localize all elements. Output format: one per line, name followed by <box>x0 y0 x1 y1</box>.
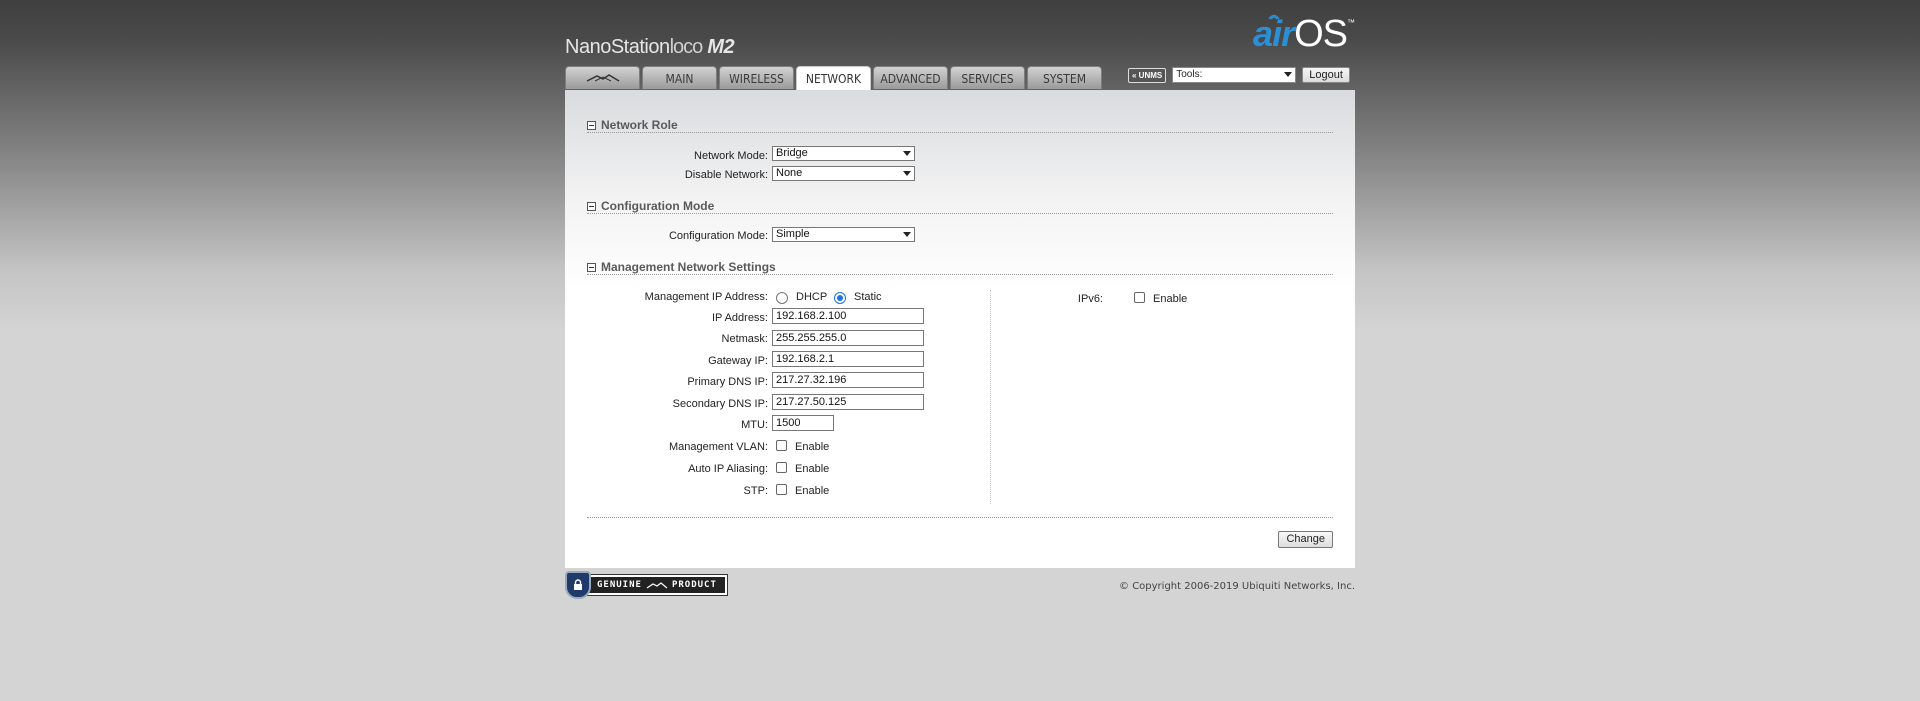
mgmt-vlan-label: Management VLAN: <box>668 441 768 453</box>
lock-shield-icon <box>565 571 591 599</box>
logo-trademark: ™ <box>1347 18 1355 27</box>
top-right-controls: « UNMS Tools: Logout <box>1128 67 1350 83</box>
network-mode-select[interactable]: Bridge <box>772 146 915 161</box>
auto-ip-aliasing-checkbox[interactable] <box>776 462 787 473</box>
genuine-product-badge: GENUINE PRODUCT <box>565 570 728 600</box>
chevron-down-icon <box>903 151 911 156</box>
stp-label: STP: <box>743 485 768 497</box>
dhcp-radio[interactable] <box>776 292 788 304</box>
divider <box>587 213 1333 214</box>
mgmt-ip-label: Management IP Address: <box>644 291 768 303</box>
disable-network-select[interactable]: None <box>772 166 915 181</box>
copyright: © Copyright 2006-2019 Ubiquiti Networks,… <box>1119 581 1355 592</box>
chevron-down-icon <box>903 171 911 176</box>
genuine-product-bar: GENUINE PRODUCT <box>584 574 728 596</box>
mtu-input[interactable]: 1500 <box>772 415 834 431</box>
collapse-icon[interactable] <box>587 120 596 130</box>
tab-main[interactable]: MAIN <box>642 66 717 89</box>
logo-os: OS <box>1294 13 1348 55</box>
static-label: Static <box>854 291 882 303</box>
main-tabs: MAIN WIRELESS NETWORK ADVANCED SERVICES … <box>565 66 1104 90</box>
section-title-configuration-mode: Configuration Mode <box>601 199 715 213</box>
wireless-wave-icon <box>1268 14 1280 20</box>
gateway-input[interactable]: 192.168.2.1 <box>772 351 924 367</box>
network-mode-value: Bridge <box>776 147 808 159</box>
tools-select[interactable]: Tools: <box>1172 67 1297 83</box>
stp-enable-label: Enable <box>795 485 830 497</box>
network-mode-label: Network Mode: <box>694 150 768 162</box>
logout-button[interactable]: Logout <box>1302 67 1350 83</box>
genuine-text: GENUINE <box>597 580 642 590</box>
section-network-role[interactable]: Network Role <box>587 118 678 132</box>
disable-network-label: Disable Network: <box>684 169 768 181</box>
dhcp-label: DHCP <box>796 291 828 303</box>
mgmt-vlan-enable-label: Enable <box>795 441 830 453</box>
tools-select-value: Tools: <box>1176 69 1203 80</box>
chevron-down-icon <box>1284 72 1293 77</box>
disable-network-value: None <box>776 167 803 179</box>
product-name-text: NanoStation <box>565 36 670 58</box>
divider <box>587 132 1333 133</box>
product-variant: loco <box>669 36 704 58</box>
ipv6-label: IPv6: <box>1077 293 1103 305</box>
mtu-label: MTU: <box>741 419 768 431</box>
primary-dns-input[interactable]: 217.27.32.196 <box>772 372 924 388</box>
netmask-label: Netmask: <box>721 333 768 345</box>
section-configuration-mode[interactable]: Configuration Mode <box>587 199 714 213</box>
divider <box>587 274 1333 275</box>
configuration-mode-value: Simple <box>776 228 810 240</box>
netmask-input[interactable]: 255.255.255.0 <box>772 330 924 346</box>
secondary-dns-input[interactable]: 217.27.50.125 <box>772 394 924 410</box>
secondary-dns-label: Secondary DNS IP: <box>672 398 768 410</box>
section-management-network[interactable]: Management Network Settings <box>587 260 776 274</box>
configuration-mode-label: Configuration Mode: <box>668 230 768 242</box>
change-button[interactable]: Change <box>1278 531 1333 548</box>
product-model: M2 <box>707 36 735 58</box>
auto-ip-aliasing-label: Auto IP Aliasing: <box>688 463 768 475</box>
collapse-icon[interactable] <box>587 201 596 211</box>
product-text: PRODUCT <box>671 580 717 590</box>
airos-logo: air OS ™ <box>1253 14 1355 58</box>
stp-checkbox[interactable] <box>776 484 787 495</box>
column-divider <box>990 290 991 504</box>
header: NanoStationloco M2 air OS ™ <box>565 0 1355 70</box>
tab-ubiquiti-home[interactable] <box>565 66 640 89</box>
ipv6-enable-label: Enable <box>1153 293 1188 305</box>
network-settings-panel: Network Role Network Mode: Bridge Disabl… <box>565 90 1355 568</box>
section-title-management-network: Management Network Settings <box>601 260 776 274</box>
ip-address-label: IP Address: <box>711 312 768 324</box>
gateway-label: Gateway IP: <box>708 355 768 367</box>
tab-advanced[interactable]: ADVANCED <box>873 66 948 89</box>
ubiquiti-logo-icon <box>586 74 619 82</box>
tab-wireless[interactable]: WIRELESS <box>719 66 794 89</box>
auto-ip-aliasing-enable-label: Enable <box>795 463 830 475</box>
primary-dns-label: Primary DNS IP: <box>687 376 768 388</box>
logo-air: air <box>1253 14 1295 54</box>
chevron-down-icon <box>903 232 911 237</box>
divider <box>587 517 1333 518</box>
ubiquiti-logo-icon <box>646 582 668 589</box>
collapse-icon[interactable] <box>587 262 596 272</box>
static-radio[interactable] <box>834 292 846 304</box>
unms-button[interactable]: « UNMS <box>1128 67 1167 83</box>
mgmt-vlan-checkbox[interactable] <box>776 440 787 451</box>
ipv6-checkbox[interactable] <box>1134 292 1145 303</box>
configuration-mode-select[interactable]: Simple <box>772 227 915 242</box>
product-name: NanoStationloco M2 <box>565 36 735 59</box>
ip-address-input[interactable]: 192.168.2.100 <box>772 308 924 324</box>
section-title-network-role: Network Role <box>601 118 678 132</box>
tab-system[interactable]: SYSTEM <box>1027 66 1102 89</box>
tab-services[interactable]: SERVICES <box>950 66 1025 89</box>
tab-network[interactable]: NETWORK <box>796 66 871 90</box>
